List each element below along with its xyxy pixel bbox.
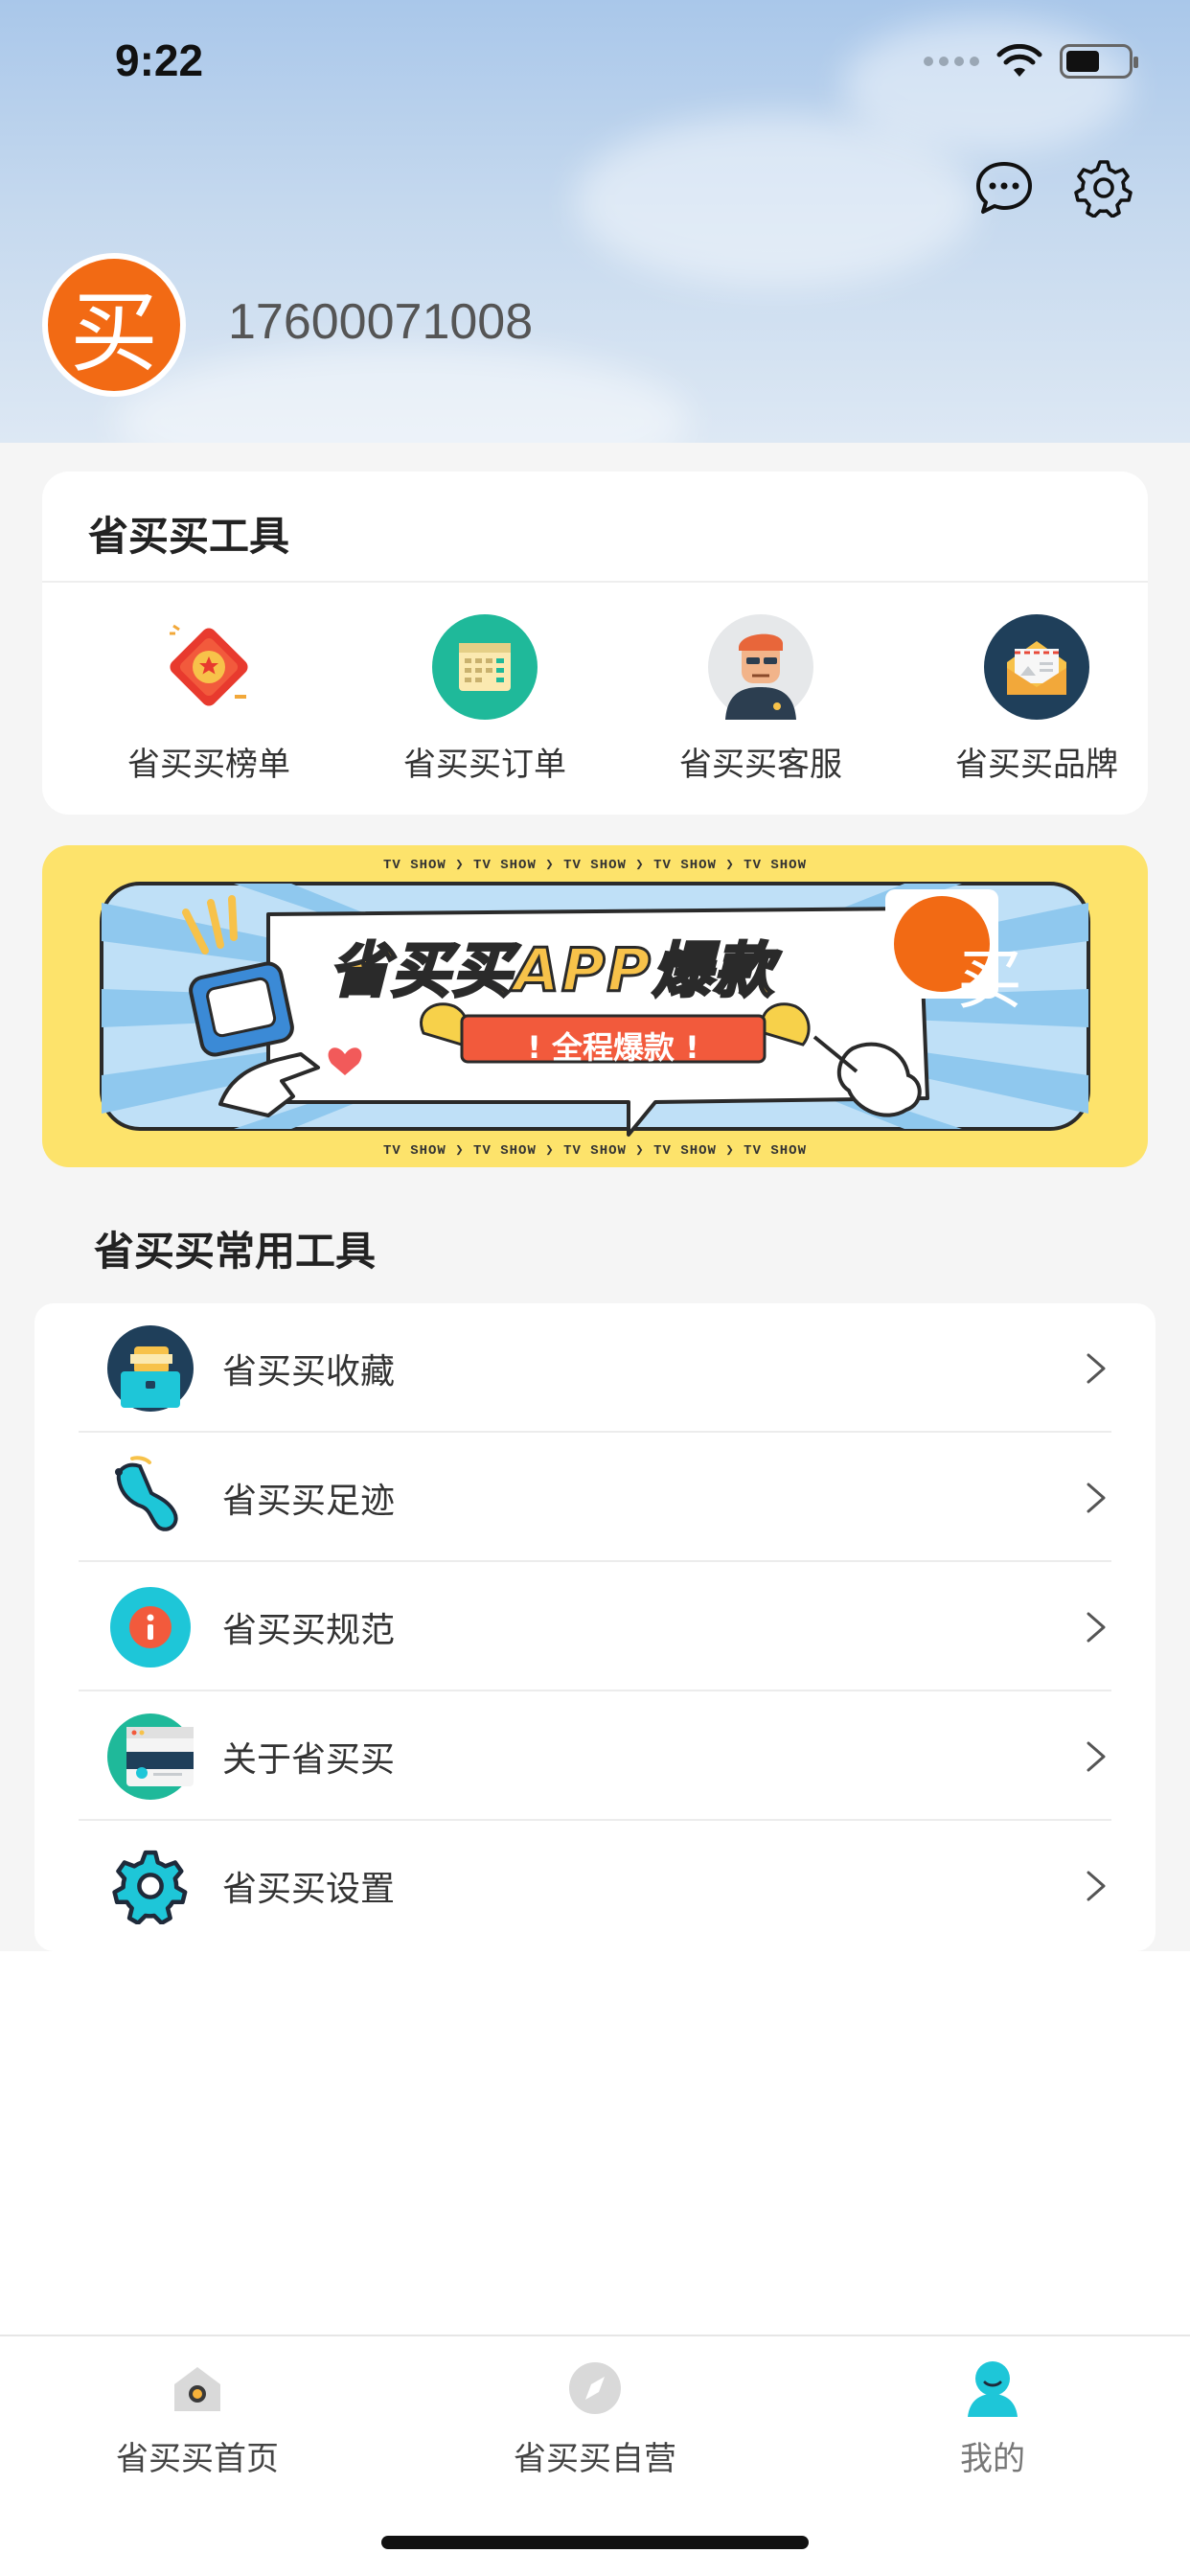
- list-item-favorites[interactable]: 省买买收藏: [34, 1303, 1156, 1433]
- message-icon[interactable]: [972, 155, 1037, 220]
- chevron-right-icon: [1079, 1481, 1113, 1515]
- tab-self-operated[interactable]: 省买买自营: [451, 2358, 739, 2479]
- home-indicator: [381, 2536, 809, 2549]
- list-item-footprint[interactable]: 省买买足迹: [34, 1433, 1156, 1562]
- status-time: 9:22: [115, 35, 204, 85]
- brand-envelope-icon: [983, 613, 1090, 721]
- home-icon: [167, 2358, 228, 2419]
- list-item-label: 省买买收藏: [222, 1351, 396, 1392]
- list-item-label: 关于省买买: [222, 1739, 396, 1780]
- user-phone[interactable]: 17600071008: [228, 293, 533, 351]
- tools-title: 省买买工具: [88, 513, 290, 560]
- about-window-icon: [107, 1713, 194, 1800]
- tab-mine[interactable]: 我的: [849, 2358, 1136, 2479]
- banner-headline: 省买买APP爆款: [329, 934, 775, 1007]
- tab-label: 我的: [960, 2440, 1025, 2478]
- banner-subline: ! 全程爆款 !: [527, 1029, 699, 1066]
- settings-gear-icon: [107, 1843, 194, 1929]
- settings-icon[interactable]: [1071, 155, 1136, 220]
- chevron-right-icon: [1079, 1739, 1113, 1774]
- promo-banner[interactable]: TV SHOW ❯ TV SHOW ❯ TV SHOW ❯ TV SHOW ❯ …: [42, 845, 1148, 1167]
- chevron-right-icon: [1079, 1351, 1113, 1386]
- tool-label: 省买买榜单: [127, 746, 290, 784]
- chevron-right-icon: [1079, 1869, 1113, 1903]
- tab-home[interactable]: 省买买首页: [54, 2358, 341, 2479]
- compass-icon: [564, 2358, 626, 2419]
- profile-icon: [962, 2358, 1023, 2419]
- tool-orders[interactable]: 省买买订单: [360, 613, 609, 785]
- tool-brand[interactable]: 省买买品牌: [912, 613, 1161, 785]
- tool-label: 省买买客服: [679, 746, 842, 784]
- tool-customer-service[interactable]: 省买买客服: [636, 613, 885, 785]
- profile-header: 9:22 买 17600071008: [0, 0, 1190, 443]
- list-item-label: 省买买规范: [222, 1610, 396, 1650]
- divider: [42, 581, 1148, 583]
- customer-service-icon: [707, 613, 814, 721]
- common-tools-title: 省买买常用工具: [94, 1228, 377, 1275]
- tool-ranking[interactable]: 省买买榜单: [84, 613, 333, 785]
- info-icon: [107, 1584, 194, 1670]
- avatar[interactable]: 买: [42, 253, 186, 397]
- battery-icon: [1060, 44, 1138, 79]
- tools-card: 省买买工具 省买买榜单 省买买订单 省买买客服 省买买品牌: [42, 472, 1148, 815]
- wifi-icon: [996, 44, 1042, 77]
- list-item-label: 省买买足迹: [222, 1481, 396, 1521]
- tab-label: 省买买自营: [514, 2440, 676, 2478]
- footprint-icon: [107, 1455, 194, 1541]
- common-tools-list: 省买买收藏 省买买足迹 省买买规范 关于省买买 省买买设置: [34, 1303, 1156, 1951]
- list-item-guidelines[interactable]: 省买买规范: [34, 1562, 1156, 1691]
- list-item-settings[interactable]: 省买买设置: [34, 1821, 1156, 1950]
- tool-label: 省买买订单: [403, 746, 566, 784]
- profile-page: 9:22 买 17600071008 省买买工具 省买买榜单 省买买订单 省买买…: [0, 0, 1190, 2576]
- order-calendar-icon: [431, 613, 538, 721]
- list-item-about[interactable]: 关于省买买: [34, 1691, 1156, 1821]
- banner-logo: 买: [956, 943, 1022, 1019]
- tab-label: 省买买首页: [116, 2440, 279, 2478]
- ranking-badge-icon: [155, 613, 263, 721]
- cellular-signal-icon: [924, 57, 979, 66]
- tool-label: 省买买品牌: [955, 746, 1118, 784]
- list-item-label: 省买买设置: [222, 1869, 396, 1909]
- favorites-box-icon: [107, 1324, 194, 1412]
- chevron-right-icon: [1079, 1610, 1113, 1644]
- status-indicators: [924, 44, 1138, 79]
